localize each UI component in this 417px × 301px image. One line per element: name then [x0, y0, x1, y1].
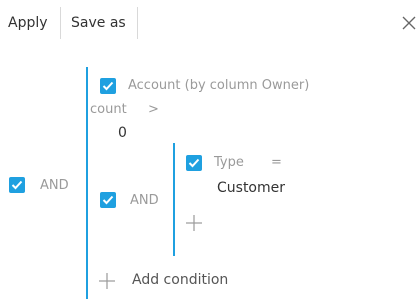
condition-aggregate-function[interactable]: count: [90, 101, 127, 119]
condition-value[interactable]: 0: [118, 124, 127, 142]
root-group-operator[interactable]: AND: [40, 177, 69, 195]
root-group-bracket: [86, 67, 88, 299]
account-condition-checkbox[interactable]: [100, 78, 116, 94]
add-nested-condition-plus-icon[interactable]: [186, 215, 202, 231]
toolbar-separator: [60, 7, 61, 39]
nested-group-bracket: [173, 143, 175, 256]
type-condition-checkbox[interactable]: [186, 155, 202, 171]
close-icon[interactable]: [402, 15, 416, 30]
condition-comparison-operator[interactable]: >: [148, 101, 159, 119]
type-condition-operator[interactable]: =: [271, 154, 282, 172]
type-condition-column[interactable]: Type: [214, 154, 244, 172]
condition-column-name[interactable]: Account (by column Owner): [128, 77, 309, 95]
nested-group-operator[interactable]: AND: [130, 192, 159, 210]
save-as-button[interactable]: Save as: [71, 13, 126, 33]
type-condition-value[interactable]: Customer: [217, 179, 285, 197]
add-condition-plus-icon[interactable]: [99, 273, 115, 289]
toolbar-separator: [137, 7, 138, 39]
add-condition-button[interactable]: Add condition: [132, 270, 228, 290]
apply-button[interactable]: Apply: [8, 13, 48, 33]
root-group-checkbox[interactable]: [9, 177, 25, 193]
nested-group-checkbox[interactable]: [100, 192, 116, 208]
